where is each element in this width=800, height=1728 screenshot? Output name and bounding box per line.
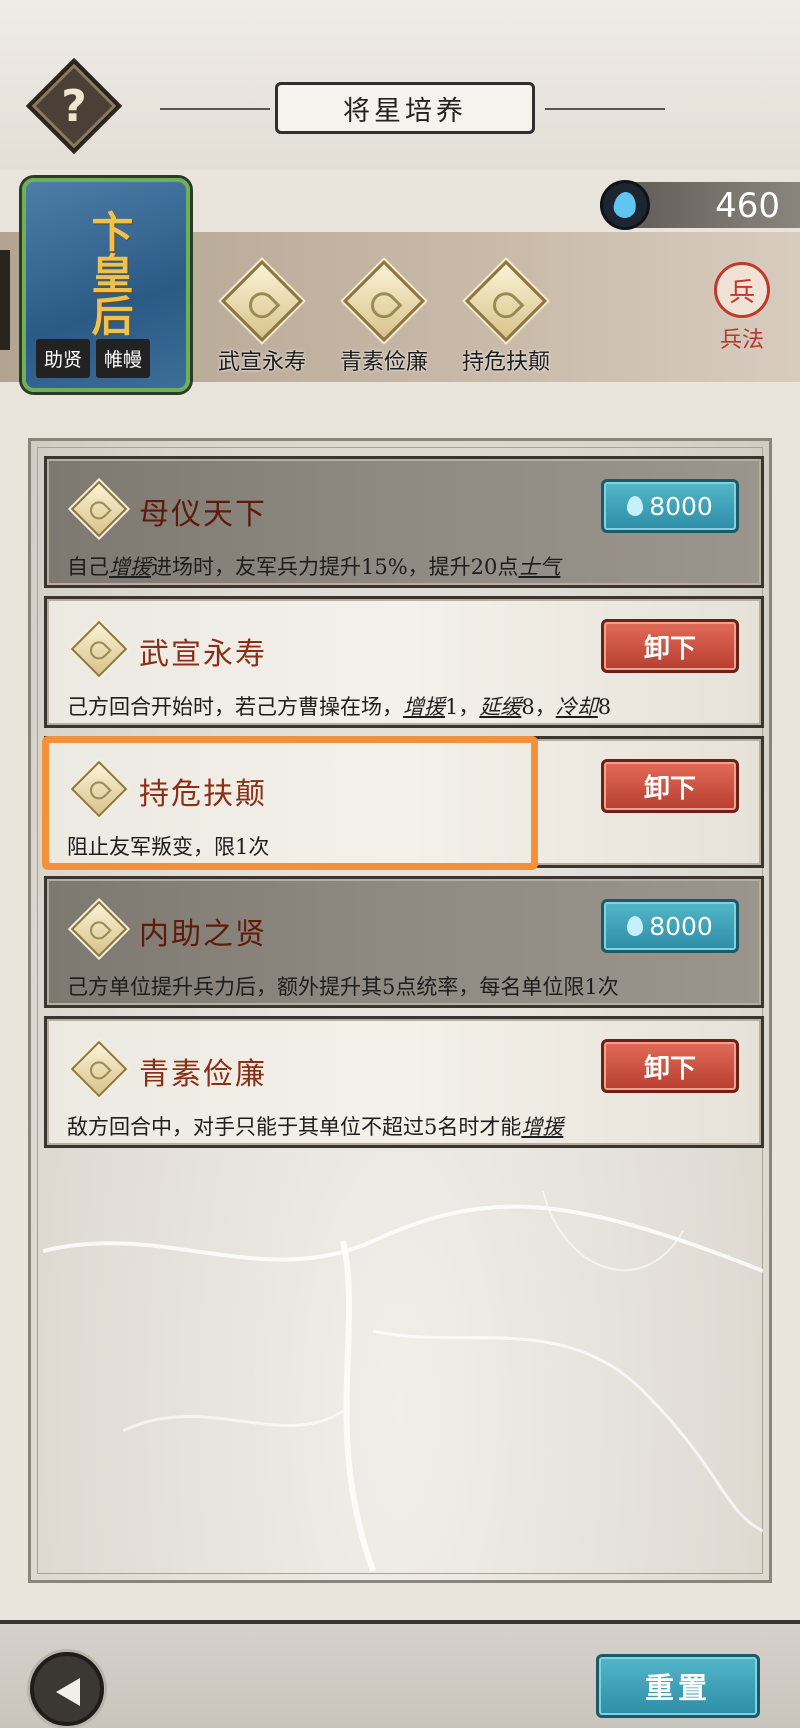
skill-emblem-icon xyxy=(464,259,548,343)
unlock-skill-button[interactable]: 8000 xyxy=(601,899,739,953)
unequip-skill-button[interactable]: 卸下 xyxy=(601,619,739,673)
equipped-skills: 武宣永寿 青素俭廉 持危扶颠 xyxy=(208,259,560,376)
skill-card[interactable]: 母仪天下 自己增援进场时，友军兵力提升15%，提升20点士气 8000 xyxy=(44,456,764,588)
bingfa-seal-icon: 兵 xyxy=(714,262,770,318)
skill-emblem-icon xyxy=(70,1040,128,1098)
equipped-skill-label: 青素俭廉 xyxy=(339,350,428,375)
hero-portrait[interactable]: 卞皇后 助贤 帷幔 xyxy=(22,178,190,392)
unequip-skill-button[interactable]: 卸下 xyxy=(601,759,739,813)
bingfa-button[interactable]: 兵 兵法 xyxy=(702,262,782,354)
reset-button[interactable]: 重置 xyxy=(596,1654,760,1718)
skill-description: 己方回合开始时，若己方曹操在场，增援1，延缓8，冷却8 xyxy=(67,695,612,719)
equipped-skill-label: 持危扶颠 xyxy=(461,350,550,375)
keyword-link[interactable]: 冷却 xyxy=(556,695,598,719)
skill-name: 武宣永寿 xyxy=(139,637,267,672)
question-mark-icon: ? xyxy=(61,80,87,132)
blue-flame-icon xyxy=(627,916,644,936)
skill-emblem-icon xyxy=(220,259,304,343)
unlock-skill-button[interactable]: 8000 xyxy=(601,479,739,533)
equipped-skill-label: 武宣永寿 xyxy=(217,350,306,375)
hero-name: 卞皇后 xyxy=(85,210,134,336)
keyword-link[interactable]: 增援 xyxy=(521,1115,563,1139)
equipped-skill-slot[interactable]: 青素俭廉 xyxy=(330,259,438,376)
skill-description: 敌方回合中，对手只能于其单位不超过5名时才能增援 xyxy=(67,1115,564,1139)
skill-emblem-icon xyxy=(70,480,128,538)
skill-card[interactable]: 内助之贤 己方单位提升兵力后，额外提升其5点统率，每名单位限1次 8000 xyxy=(44,876,764,1008)
keyword-link[interactable]: 延缓 xyxy=(479,695,521,719)
hero-tag: 帷幔 xyxy=(96,339,151,378)
skill-description: 己方单位提升兵力后，额外提升其5点统率，每名单位限1次 xyxy=(67,975,619,999)
currency-display: 460 xyxy=(600,180,800,230)
skill-emblem-icon xyxy=(342,259,426,343)
skill-card[interactable]: 武宣永寿 己方回合开始时，若己方曹操在场，增援1，延缓8，冷却8 卸下 xyxy=(44,596,764,728)
keyword-link[interactable]: 士气 xyxy=(518,555,560,579)
skill-emblem-icon xyxy=(70,620,128,678)
keyword-link[interactable]: 增援 xyxy=(403,695,445,719)
blue-flame-icon xyxy=(600,180,650,230)
title-divider-right xyxy=(545,108,665,110)
selection-highlight xyxy=(42,736,538,870)
currency-amount: 460 xyxy=(715,186,780,226)
keyword-link[interactable]: 增援 xyxy=(109,555,151,579)
equipped-skill-slot[interactable]: 持危扶颠 xyxy=(452,259,560,376)
skill-card[interactable]: 青素俭廉 敌方回合中，对手只能于其单位不超过5名时才能增援 卸下 xyxy=(44,1016,764,1148)
back-button[interactable] xyxy=(30,1652,104,1726)
skill-name: 母仪天下 xyxy=(139,497,267,532)
title-divider-left xyxy=(160,108,270,110)
skill-emblem-icon xyxy=(70,900,128,958)
blue-flame-icon xyxy=(627,496,644,516)
skill-description: 自己增援进场时，友军兵力提升15%，提升20点士气 xyxy=(67,555,561,579)
page-title: 将星培养 xyxy=(275,82,535,134)
skill-name: 青素俭廉 xyxy=(139,1057,267,1092)
skill-name: 内助之贤 xyxy=(139,917,267,952)
unequip-skill-button[interactable]: 卸下 xyxy=(601,1039,739,1093)
bingfa-label: 兵法 xyxy=(719,328,764,353)
side-drawer-handle[interactable] xyxy=(0,250,10,350)
equipped-skill-slot[interactable]: 武宣永寿 xyxy=(208,259,316,376)
marble-texture xyxy=(43,1190,763,1571)
back-arrow-icon xyxy=(56,1678,80,1706)
hero-tag: 助贤 xyxy=(36,339,91,378)
